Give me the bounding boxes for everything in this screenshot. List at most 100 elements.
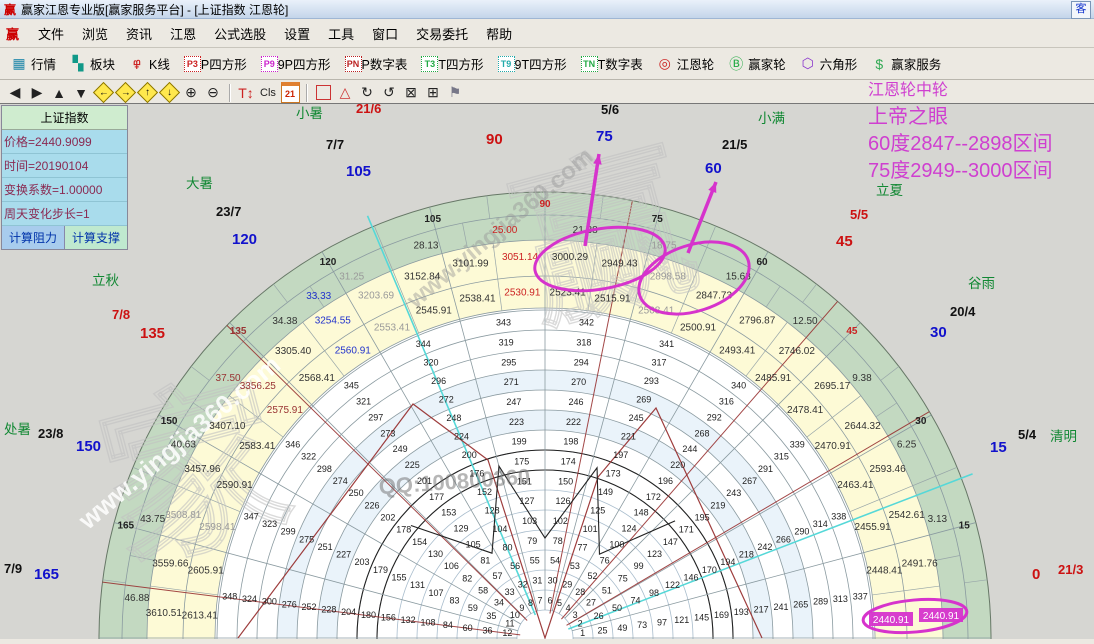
rotate-cw-button[interactable]: ↻ — [357, 83, 377, 103]
spiral-number: 319 — [499, 338, 514, 348]
toolbar-button-P数字表[interactable]: PNP数字表 — [341, 52, 412, 75]
spiral-number: 51 — [602, 586, 612, 596]
spiral-number: 323 — [262, 519, 277, 529]
spiral-number: 130 — [428, 549, 443, 559]
toolbar-button-K线[interactable]: ߾K线 — [125, 52, 174, 75]
highlight-price-chip: 2440.91 — [923, 611, 960, 622]
spiral-number: 177 — [429, 492, 444, 502]
toolbar-label: 江恩轮 — [677, 54, 715, 73]
pan-left-button[interactable]: ◀ — [5, 83, 25, 103]
price-label: 2598.41 — [199, 522, 236, 533]
toolbar-button-赢家轮[interactable]: Ⓑ赢家轮 — [724, 52, 790, 75]
zoom-in-button[interactable]: ⊕ — [181, 83, 201, 103]
menu-item-公式选股[interactable]: 公式选股 — [205, 24, 275, 45]
toolbar-button-T数字表[interactable]: TNT数字表 — [577, 52, 647, 75]
price-label: 2590.91 — [217, 480, 254, 491]
price-label: 2538.41 — [459, 294, 496, 305]
menu-item-资讯[interactable]: 资讯 — [117, 24, 161, 45]
toolbar-button-9P四方形[interactable]: P99P四方形 — [257, 52, 335, 75]
price-label: 2613.41 — [182, 610, 219, 621]
price-label: 2593.46 — [870, 464, 907, 475]
price-label: 2568.41 — [299, 373, 336, 384]
price-label: 2455.91 — [855, 522, 892, 533]
spiral-number: 124 — [621, 524, 636, 534]
spiral-number: 193 — [734, 607, 749, 617]
spiral-number: 102 — [553, 516, 568, 526]
outer-angle-label: 90 — [486, 131, 503, 148]
service-chrome-button[interactable]: 客 — [1071, 1, 1091, 19]
dia-right-button[interactable]: → — [115, 83, 135, 103]
menu-item-帮助[interactable]: 帮助 — [477, 24, 521, 45]
menu-item-江恩[interactable]: 江恩 — [161, 24, 205, 45]
rotate-down-button[interactable]: ▼ — [71, 83, 91, 103]
spiral-number: 292 — [707, 412, 722, 422]
toolbar-button-赢家服务[interactable]: $赢家服务 — [867, 52, 945, 75]
spiral-number: 121 — [674, 615, 689, 625]
spiral-number: 314 — [813, 519, 828, 529]
quote-table-icon: ▦ — [11, 56, 27, 71]
price-row: 价格=2440.9099 — [2, 130, 127, 154]
spiral-number: 345 — [344, 381, 359, 391]
spiral-number: 129 — [453, 524, 468, 534]
menu-item-交易委托[interactable]: 交易委托 — [407, 24, 477, 45]
spiral-number: 84 — [443, 620, 453, 630]
spiral-number: 58 — [478, 586, 488, 596]
updown-marker-button[interactable]: T↕ — [236, 83, 256, 103]
pin-board-button[interactable]: ⚑ — [445, 83, 465, 103]
draw-rect-button[interactable] — [313, 83, 333, 103]
calendar-button[interactable]: 21 — [280, 83, 300, 103]
toolbar-button-T四方形[interactable]: T3T四方形 — [417, 52, 487, 75]
spiral-number: 317 — [652, 358, 667, 368]
dia-up-button[interactable]: ↑ — [137, 83, 157, 103]
draw-triangle-button[interactable]: △ — [335, 83, 355, 103]
spiral-number: 145 — [694, 612, 709, 622]
spiral-number: 131 — [410, 580, 425, 590]
spiral-number: 337 — [853, 591, 868, 601]
toolbar-button-9T四方形[interactable]: T99T四方形 — [494, 52, 571, 75]
menu-item-窗口[interactable]: 窗口 — [363, 24, 407, 45]
spiral-number: 27 — [586, 598, 596, 608]
outer-date-label: 7/9 — [4, 561, 22, 576]
spiral-number: 179 — [373, 565, 388, 575]
spiral-number: 155 — [392, 573, 407, 583]
price-label: 3457.96 — [184, 464, 221, 475]
price-label: 2530.91 — [504, 288, 541, 299]
toolbar-button-P四方形[interactable]: P3P四方形 — [180, 52, 251, 75]
step-row: 周天变化步长=1 — [2, 202, 127, 226]
spiral-number: 149 — [598, 487, 613, 497]
spiral-number: 123 — [647, 549, 662, 559]
price-label: 2796.87 — [739, 315, 776, 326]
calc-resistance-button[interactable]: 计算阻力 — [2, 226, 65, 249]
spiral-number: 275 — [299, 534, 314, 544]
menu-item-浏览[interactable]: 浏览 — [73, 24, 117, 45]
price-label: 3559.66 — [152, 558, 189, 569]
spiral-number: 57 — [493, 571, 503, 581]
spiral-number: 103 — [522, 516, 537, 526]
calc-support-button[interactable]: 计算支撑 — [65, 226, 127, 249]
toolbar-button-板块[interactable]: ▚板块 — [66, 52, 119, 75]
cls-button[interactable]: Cls — [258, 83, 278, 103]
menu-item-工具[interactable]: 工具 — [319, 24, 363, 45]
outer-date-label: 5/4 — [1018, 427, 1037, 442]
delete-box-button[interactable]: ⊠ — [401, 83, 421, 103]
toolbar-button-行情[interactable]: ▦行情 — [7, 52, 60, 75]
rotate-up-button[interactable]: ▲ — [49, 83, 69, 103]
menu-item-文件[interactable]: 文件 — [29, 24, 73, 45]
toolbar-button-六角形[interactable]: ⬡六角形 — [796, 52, 862, 75]
spiral-number: 347 — [244, 511, 259, 521]
spiral-number: 318 — [576, 338, 591, 348]
outer-date-label: 7/8 — [112, 307, 130, 322]
spiral-number: 78 — [553, 536, 563, 546]
pan-right-button[interactable]: ▶ — [27, 83, 47, 103]
menu-item-设置[interactable]: 设置 — [275, 24, 319, 45]
dia-down-button[interactable]: ↓ — [159, 83, 179, 103]
spiral-number: 220 — [670, 460, 685, 470]
fit-view-button[interactable]: ⊞ — [423, 83, 443, 103]
PN-badge-icon: PN — [345, 56, 362, 72]
spiral-number: 148 — [634, 508, 649, 518]
rotate-ccw-button[interactable]: ↺ — [379, 83, 399, 103]
toolbar-button-江恩轮[interactable]: ◎江恩轮 — [653, 52, 719, 75]
outer-term-label: 清明 — [1050, 429, 1077, 444]
zoom-out-button[interactable]: ⊖ — [203, 83, 223, 103]
dia-left-button[interactable]: ← — [93, 83, 113, 103]
